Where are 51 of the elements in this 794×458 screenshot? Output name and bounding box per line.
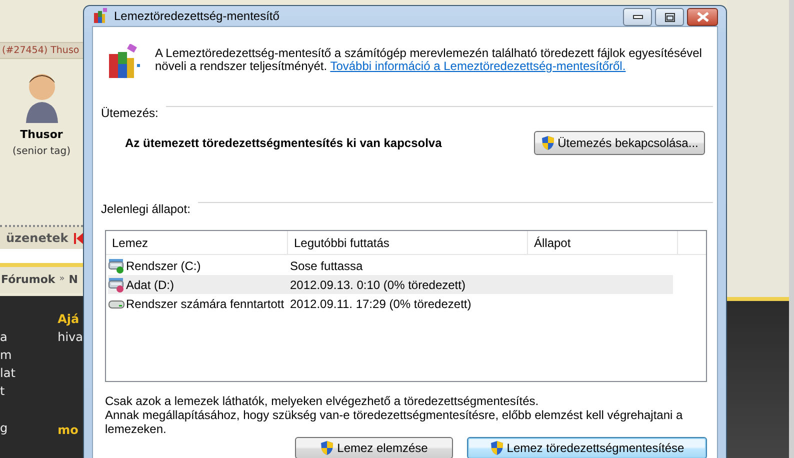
drive-icon [108,276,125,292]
list-row[interactable]: Rendszer (C:) Sose futtassa [108,256,673,275]
avatar [24,71,60,123]
schedule-status: Az ütemezett töredezettségmentesítés ki van kapcsolva [125,135,442,152]
window-title: Lemeztöredezettség-mentesítő [114,8,280,25]
column-header[interactable]: Lemez [106,231,288,254]
section-heading: Jelenlegi állapot: [101,201,190,218]
user-name[interactable]: Thusor [20,127,63,144]
schedule-button[interactable]: Ütemezés bekapcsolása... [534,131,705,155]
breadcrumb-link[interactable]: Fórumok [1,272,56,288]
disk-name: Rendszer (C:) [126,258,201,274]
menu-link[interactable]: g [0,419,54,437]
maximize-icon [664,12,674,22]
menu-link[interactable]: a [0,328,54,346]
user-rank: (senior tag) [12,144,71,158]
intro-text: A Lemeztöredezettség-mentesítő a számítógép merevlemezén található töredezett fájlok egyesítésével növeli a rendszer teljesítményét. További információ a Lemeztöredezettség-mentesítőről. [155,47,702,75]
panel-heading: Ajá [58,311,80,328]
app-icon [92,8,108,24]
first-page-icon [74,232,83,244]
shield-icon [540,135,555,151]
list-row[interactable]: Rendszer számára fenntartott 2012.09.11. 17:29 (0% töredezett) [108,294,673,313]
breadcrumb-separator: » [59,273,65,286]
list-row[interactable]: Adat (D:) 2012.09.13. 0:10 (0% töredezett) [108,275,673,294]
last-run: 2012.09.11. 17:29 (0% töredezett) [290,296,472,312]
minimize-icon [632,15,642,19]
action-button[interactable]: Lemez elemzése [295,437,453,458]
info-text: Csak azok a lemezek láthatók, melyeken elvégezhető a töredezettségmentesítés. [105,394,540,408]
info-text: Annak megállapításához, hogy szükség van-e töredezettségmentesítésre, előbb elemzést kell végrehajtani a lemezeken. [105,408,684,436]
last-run: Sose futtassa [290,258,363,274]
minimize-button[interactable] [623,8,652,26]
breadcrumb-link[interactable]: N [68,272,78,288]
info-link[interactable]: További információ a Lemeztöredezettség-mentesítőről. [330,59,626,73]
maximize-button[interactable] [655,8,684,26]
column-header[interactable]: Állapot [528,231,678,254]
disk-name: Adat (D:) [126,276,174,294]
shield-icon [320,440,334,456]
panel-text: hiva [58,329,83,346]
menu-link[interactable]: m [0,346,54,364]
menu-link[interactable]: t [0,382,54,400]
column-header[interactable]: Legutóbbi futtatás [288,231,528,254]
last-run: 2012.09.13. 0:10 (0% töredezett) [290,276,466,294]
action-button[interactable]: Lemez töredezettségmentesítése [467,437,707,458]
disk-name: Rendszer számára fenntartott [126,296,284,312]
close-icon [696,12,708,22]
shield-icon [490,440,504,456]
panel-link[interactable]: mo [58,421,83,439]
menu-link[interactable]: lat [0,364,54,382]
post-header: (#27454) Thuso [0,42,83,59]
drive-icon [108,258,125,274]
section-heading: Ütemezés: [101,105,158,122]
close-button[interactable] [687,8,718,26]
